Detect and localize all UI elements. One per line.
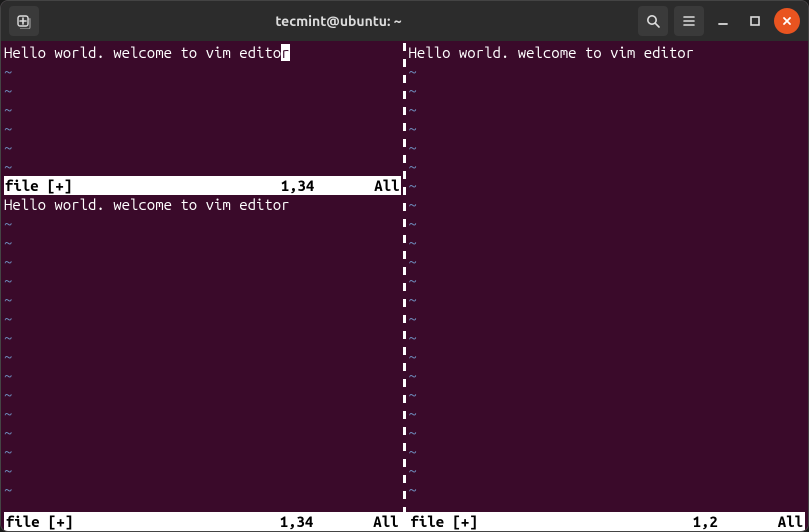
empty-lines: ~~~~~~~~~~~~~~~	[4, 214, 401, 512]
status-bottom-right: file [+] 1,2 All	[409, 512, 806, 531]
search-icon	[645, 13, 661, 29]
status-bottom-left: file [+] 1,34 All	[4, 512, 401, 531]
empty-lines: ~~~~~~~~~~~~~~~~~~~~~~~	[409, 62, 806, 512]
terminal-body[interactable]: Hello world. welcome to vim editor ~~~~~…	[1, 41, 808, 531]
hamburger-menu-icon	[681, 13, 697, 29]
status-line-top-left: file [+] 1,34 All	[4, 176, 401, 195]
search-button[interactable]	[638, 6, 668, 36]
window-title: tecmint@ubuntu: ~	[275, 13, 401, 29]
menu-button[interactable]	[674, 6, 704, 36]
status-filename: file [+]	[411, 512, 478, 531]
vim-pane-right[interactable]: Hello world. welcome to vim editor ~~~~~…	[409, 43, 806, 512]
status-percent: All	[778, 512, 803, 531]
vim-editor: Hello world. welcome to vim editor ~~~~~…	[4, 43, 805, 531]
status-position: 1,2	[693, 512, 778, 531]
status-filename: file [+]	[6, 512, 73, 531]
empty-lines: ~~~~~~	[4, 62, 401, 176]
vim-pane-bottom-left[interactable]: Hello world. welcome to vim editor ~~~~~…	[4, 195, 401, 512]
minimize-icon	[716, 14, 730, 28]
status-filename: file [+]	[5, 176, 72, 195]
terminal-window: tecmint@ubuntu: ~	[0, 0, 809, 532]
vim-pane-top-left[interactable]: Hello world. welcome to vim editor ~~~~~…	[4, 43, 401, 195]
minimize-button[interactable]	[710, 8, 736, 34]
cursor: r	[281, 44, 289, 61]
status-percent: All	[374, 176, 399, 195]
vertical-split-border	[401, 43, 409, 512]
status-position: 1,34	[280, 512, 374, 531]
close-icon	[780, 14, 794, 28]
maximize-icon	[748, 14, 762, 28]
buffer-content: Hello world. welcome to vim editor	[409, 43, 806, 62]
status-line-bottom: file [+] 1,34 All file [+] 1,2 All	[4, 512, 805, 531]
new-tab-icon	[16, 13, 32, 29]
buffer-content: Hello world. welcome to vim editor	[4, 43, 401, 62]
buffer-content: Hello world. welcome to vim editor	[4, 195, 401, 214]
close-button[interactable]	[774, 8, 800, 34]
new-tab-button[interactable]	[9, 6, 39, 36]
maximize-button[interactable]	[742, 8, 768, 34]
status-percent: All	[373, 512, 398, 531]
status-position: 1,34	[281, 176, 375, 195]
titlebar: tecmint@ubuntu: ~	[1, 1, 808, 41]
